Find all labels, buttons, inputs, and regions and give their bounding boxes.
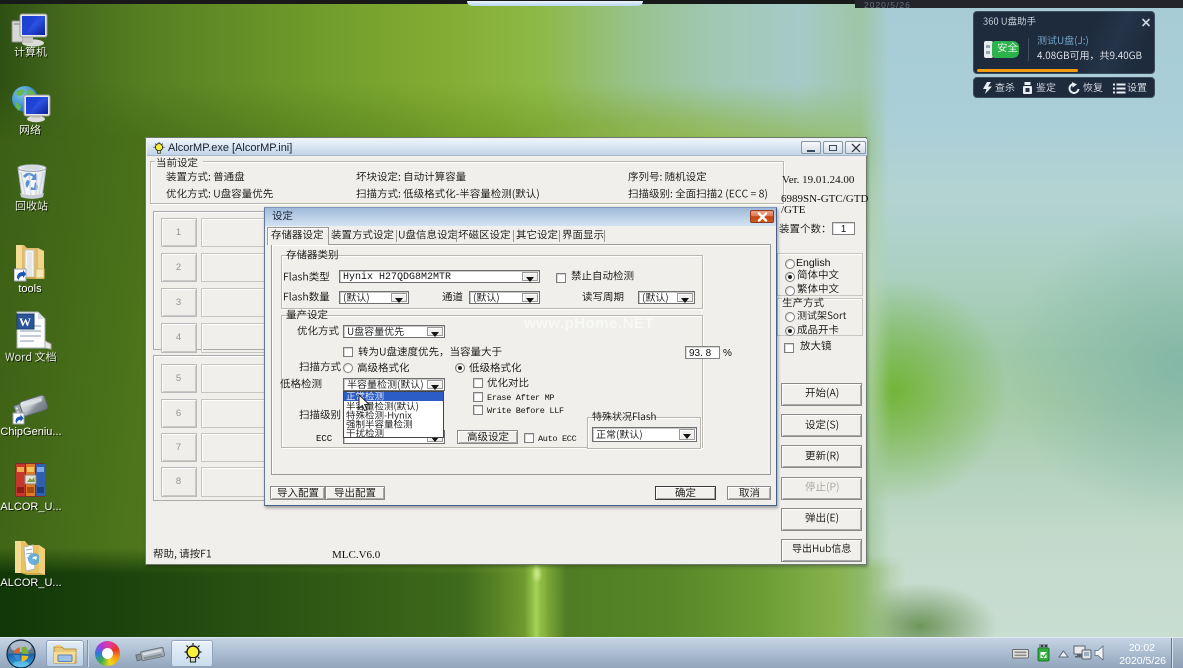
svg-text:W: W: [19, 315, 31, 329]
